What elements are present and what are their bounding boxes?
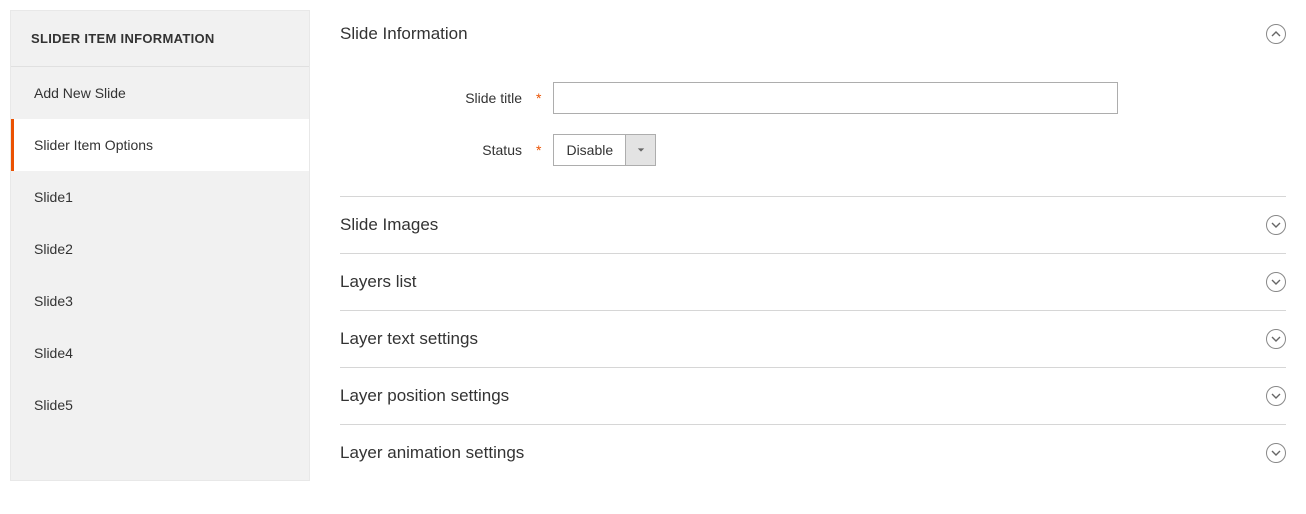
chevron-down-icon [1266, 443, 1286, 463]
sidebar-header: SLIDER ITEM INFORMATION [11, 11, 309, 67]
required-mark: * [530, 90, 553, 106]
sidebar-item-label: Slide4 [34, 345, 73, 361]
sidebar-item-add-new-slide[interactable]: Add New Slide [11, 67, 309, 119]
section-body-slide-information: Slide title * Status * Disable [340, 62, 1286, 196]
section-layer-position-settings: Layer position settings [340, 368, 1286, 425]
section-header-layer-position-settings[interactable]: Layer position settings [340, 368, 1286, 424]
section-layer-text-settings: Layer text settings [340, 311, 1286, 368]
section-header-layer-text-settings[interactable]: Layer text settings [340, 311, 1286, 367]
sidebar-item-label: Add New Slide [34, 85, 126, 101]
chevron-up-icon [1266, 24, 1286, 44]
section-layer-animation-settings: Layer animation settings [340, 425, 1286, 481]
status-select[interactable]: Disable [553, 134, 656, 166]
status-select-value: Disable [554, 135, 625, 165]
caret-down-icon [625, 135, 655, 165]
sidebar-item-slide3[interactable]: Slide3 [11, 275, 309, 327]
sidebar-item-label: Slide3 [34, 293, 73, 309]
section-header-slide-images[interactable]: Slide Images [340, 197, 1286, 253]
label-slide-title: Slide title [340, 90, 530, 106]
sidebar-item-label: Slide2 [34, 241, 73, 257]
section-slide-images: Slide Images [340, 197, 1286, 254]
main-content: Slide Information Slide title * Status *… [340, 10, 1296, 481]
sidebar-item-slide1[interactable]: Slide1 [11, 171, 309, 223]
section-layers-list: Layers list [340, 254, 1286, 311]
section-header-layers-list[interactable]: Layers list [340, 254, 1286, 310]
form-row-slide-title: Slide title * [340, 82, 1286, 114]
section-header-layer-animation-settings[interactable]: Layer animation settings [340, 425, 1286, 481]
chevron-down-icon [1266, 329, 1286, 349]
label-status: Status [340, 142, 530, 158]
sidebar: SLIDER ITEM INFORMATION Add New Slide Sl… [10, 10, 310, 481]
section-title: Layer position settings [340, 386, 509, 406]
sidebar-item-slider-item-options[interactable]: Slider Item Options [11, 119, 309, 171]
section-title: Slide Information [340, 24, 468, 44]
section-title: Layer text settings [340, 329, 478, 349]
sidebar-item-label: Slide1 [34, 189, 73, 205]
slide-title-input[interactable] [553, 82, 1118, 114]
section-title: Layers list [340, 272, 417, 292]
required-mark: * [530, 142, 553, 158]
chevron-down-icon [1266, 272, 1286, 292]
sidebar-item-slide2[interactable]: Slide2 [11, 223, 309, 275]
form-row-status: Status * Disable [340, 134, 1286, 166]
chevron-down-icon [1266, 386, 1286, 406]
sidebar-item-label: Slide5 [34, 397, 73, 413]
section-title: Layer animation settings [340, 443, 524, 463]
sidebar-item-slide4[interactable]: Slide4 [11, 327, 309, 379]
sidebar-item-label: Slider Item Options [34, 137, 153, 153]
section-header-slide-information[interactable]: Slide Information [340, 10, 1286, 62]
section-slide-information: Slide Information Slide title * Status *… [340, 10, 1286, 197]
chevron-down-icon [1266, 215, 1286, 235]
sidebar-item-slide5[interactable]: Slide5 [11, 379, 309, 431]
section-title: Slide Images [340, 215, 438, 235]
